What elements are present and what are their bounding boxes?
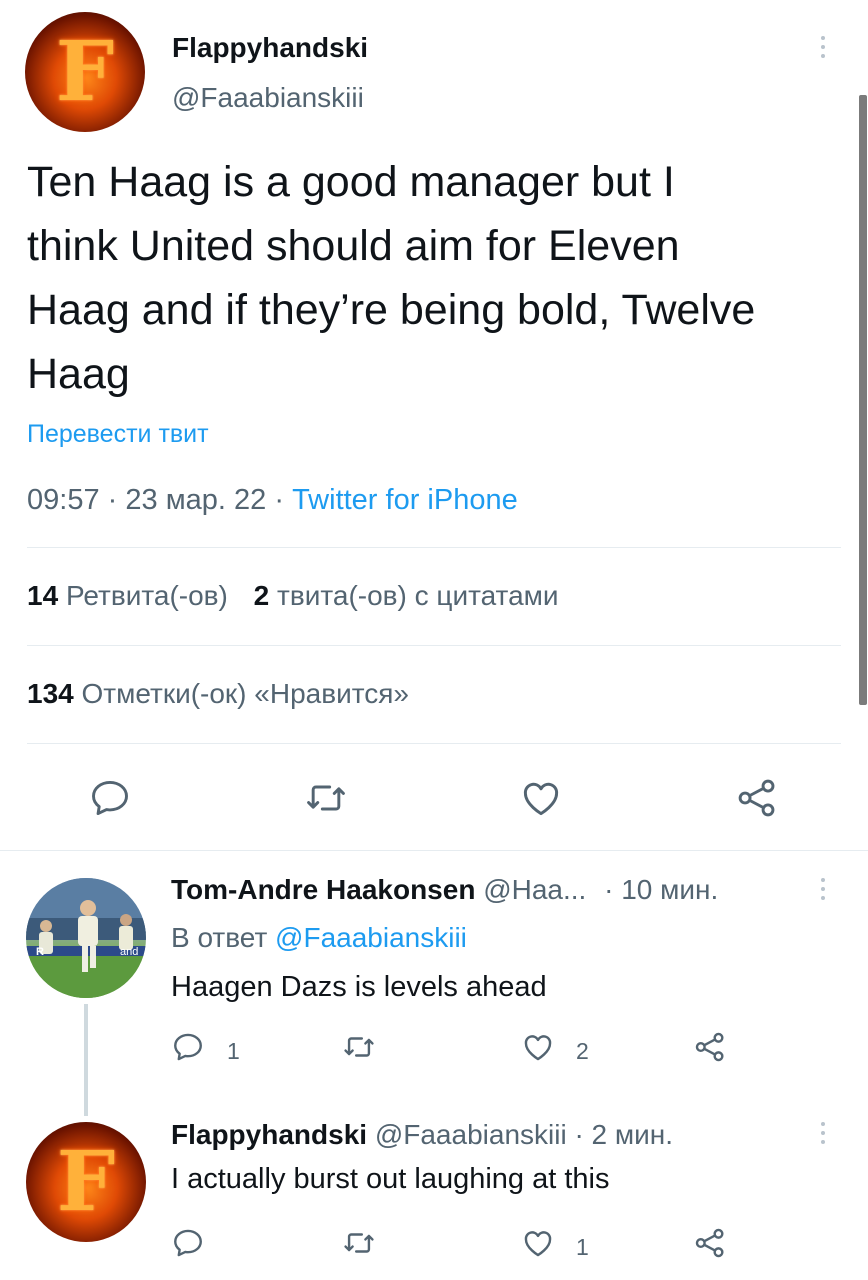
- handle[interactable]: @Haa...: [483, 874, 586, 905]
- reply-header: Flappyhandski @Faaabianskiii · 2 мин.: [171, 1119, 673, 1151]
- tweet-text: Ten Haag is a good manager but I think U…: [27, 150, 857, 406]
- more-icon[interactable]: [815, 1122, 831, 1148]
- retweets-stat[interactable]: 14 Ретвита(-ов): [27, 580, 236, 611]
- avatar[interactable]: R and: [26, 878, 146, 998]
- more-icon[interactable]: [815, 878, 831, 904]
- avatar[interactable]: F: [26, 1122, 146, 1242]
- reply-action-bar: 1: [171, 1226, 731, 1270]
- divider: [27, 743, 841, 744]
- display-name[interactable]: Tom-Andre Haakonsen: [171, 874, 475, 905]
- handle[interactable]: @Faaabianskiii: [172, 82, 364, 114]
- reply-icon[interactable]: [171, 1030, 205, 1064]
- quotes-count: 2: [253, 580, 270, 611]
- reply-time[interactable]: · 10 мин.: [604, 874, 718, 905]
- retweets-count: 14: [27, 580, 59, 611]
- tweet-date[interactable]: 23 мар. 22: [125, 484, 266, 516]
- divider: [27, 645, 841, 646]
- avatar-banner-text: R: [36, 946, 44, 958]
- like-icon[interactable]: [521, 1030, 555, 1064]
- share-icon[interactable]: [735, 776, 779, 820]
- display-name[interactable]: Flappyhandski: [171, 1119, 367, 1150]
- retweet-icon[interactable]: [341, 1030, 377, 1064]
- avatar-letter: F: [56, 1134, 116, 1230]
- tweet-source[interactable]: Twitter for iPhone: [292, 484, 518, 516]
- share-icon[interactable]: [693, 1030, 727, 1064]
- reply-context: В ответ @Faaabianskiii: [171, 922, 467, 954]
- like-icon[interactable]: [521, 1226, 555, 1260]
- like-count: 2: [576, 1038, 589, 1064]
- thread-line: [84, 1004, 88, 1116]
- reply-action-bar: 1 2: [171, 1030, 731, 1074]
- tweet-time: 09:57: [27, 484, 100, 516]
- likes-count: 134: [27, 678, 74, 709]
- handle[interactable]: @Faaabianskiii: [375, 1119, 567, 1150]
- reply-prefix: В ответ: [171, 922, 268, 953]
- reply-icon[interactable]: [88, 776, 132, 820]
- meta-separator: ·: [274, 484, 284, 516]
- divider: [27, 547, 841, 548]
- engagement-stats-row: 14 Ретвита(-ов) 2 твита(-ов) с цитатами: [27, 580, 559, 612]
- display-name[interactable]: Flappyhandski: [172, 32, 368, 64]
- scrollbar[interactable]: [859, 95, 867, 705]
- retweet-icon[interactable]: [303, 776, 349, 820]
- avatar-letter: F: [55, 24, 115, 120]
- reply-text: Haagen Dazs is levels ahead: [171, 971, 547, 1003]
- retweets-label: Ретвита(-ов): [65, 580, 228, 611]
- share-icon[interactable]: [693, 1226, 727, 1260]
- divider: [0, 850, 868, 851]
- avatar[interactable]: F: [25, 12, 145, 132]
- reply-icon[interactable]: [171, 1226, 205, 1260]
- likes-stat[interactable]: 134 Отметки(-ок) «Нравится»: [27, 678, 409, 710]
- reply-time[interactable]: · 2 мин.: [574, 1119, 673, 1150]
- likes-label: Отметки(-ок) «Нравится»: [81, 678, 409, 709]
- tweet-text-line: Haag and if they’re being bold, Twelve: [27, 286, 756, 334]
- tweet-text-line: think United should aim for Eleven: [27, 222, 680, 270]
- like-count: 1: [576, 1234, 589, 1260]
- reply-count: 1: [227, 1038, 240, 1064]
- translate-link[interactable]: Перевести твит: [27, 420, 209, 449]
- tweet-meta: 09:57 · 23 мар. 22 · Twitter for iPhone: [27, 484, 518, 517]
- tweet-text-line: Ten Haag is a good manager but I: [27, 158, 675, 206]
- more-icon[interactable]: [815, 36, 831, 62]
- reply-to-handle[interactable]: @Faaabianskiii: [275, 922, 467, 953]
- reply-header: Tom-Andre Haakonsen @Haa... · 10 мин.: [171, 874, 718, 906]
- reply-text: I actually burst out laughing at this: [171, 1163, 610, 1195]
- quotes-label: твита(-ов) с цитатами: [277, 580, 559, 611]
- retweet-icon[interactable]: [341, 1226, 377, 1260]
- tweet-text-line: Haag: [27, 350, 130, 398]
- avatar-banner-text: and: [120, 946, 139, 958]
- like-icon[interactable]: [519, 776, 563, 820]
- quotes-stat[interactable]: 2 твита(-ов) с цитатами: [254, 580, 559, 611]
- meta-separator: ·: [107, 484, 118, 516]
